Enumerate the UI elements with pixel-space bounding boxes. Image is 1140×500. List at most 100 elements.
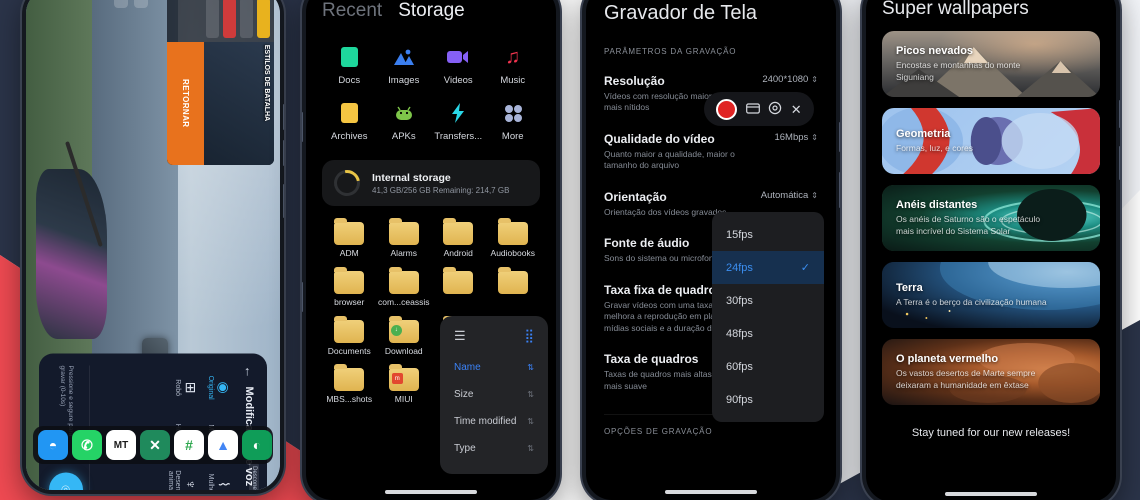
geometry-thumbnail	[882, 108, 1100, 174]
phone3-power-button[interactable]	[839, 172, 840, 208]
tab-recent[interactable]: Recent	[322, 0, 382, 22]
page-title: Gravador de Tela	[604, 2, 758, 24]
wallpaper-card-terra[interactable]: Terra A Terra é o berço da civilização h…	[882, 262, 1100, 328]
wallpaper-card-o-planeta-vermelho[interactable]: O planeta vermelho Os vastos desertos de…	[882, 339, 1100, 405]
category-docs[interactable]: Docs	[322, 44, 377, 86]
wallpaper-card-aneis-distantes[interactable]: Anéis distantes Os anéis de Saturno são …	[882, 185, 1100, 251]
file-manager-tabs: Recent Storage	[322, 0, 540, 22]
voice-connection-badge[interactable]: Desconectado	[249, 462, 259, 490]
phone2-volume-button[interactable]	[302, 112, 303, 142]
game-return-button[interactable]: RETORNAR	[167, 41, 204, 165]
voice-record-button[interactable]: ⌾	[49, 472, 83, 490]
game-chip[interactable]	[240, 0, 253, 38]
wallpaper-card-picos-nevados[interactable]: Picos nevados Encostas e montanhas do mo…	[882, 31, 1100, 97]
fps-option-30[interactable]: 30fps	[712, 284, 824, 317]
phone4-home-indicator[interactable]	[945, 492, 1037, 496]
game-chip[interactable]	[257, 0, 270, 38]
category-music[interactable]: ♫ Music	[486, 44, 541, 86]
folder-item[interactable]: m MIUI	[377, 364, 432, 405]
phone1-volume-up-button[interactable]	[283, 104, 284, 130]
record-button[interactable]	[716, 98, 738, 120]
fps-option-48[interactable]: 48fps	[712, 317, 824, 350]
folder-item[interactable]: com...ceassis	[377, 266, 432, 308]
category-apks[interactable]: APKs	[377, 100, 432, 142]
dock-browser-app[interactable]: ◓	[38, 430, 68, 460]
folder-item[interactable]: ↓ Download	[377, 315, 432, 357]
category-videos[interactable]: Videos	[431, 44, 486, 86]
fps-option-15[interactable]: 15fps	[712, 218, 824, 251]
folder-item[interactable]	[486, 266, 541, 308]
folder-item[interactable]	[431, 266, 486, 308]
category-more[interactable]: More	[486, 100, 541, 142]
folder-item[interactable]: Alarms	[377, 218, 432, 259]
sort-arrows-icon: ⇅	[527, 416, 534, 426]
folder-icon	[497, 218, 528, 245]
folder-item[interactable]: Android	[431, 218, 486, 259]
game-left-controls	[113, 0, 148, 8]
phone4-power-button[interactable]	[1119, 146, 1120, 180]
folder-label: ADM	[339, 248, 359, 258]
voice-option-desenho-animado[interactable]: ♆ Desenho animado	[167, 462, 201, 490]
game-control-icon[interactable]	[133, 0, 148, 8]
drive-icon: ▲	[216, 437, 230, 453]
voice-option-robo[interactable]: ⊞ Robô	[167, 366, 201, 410]
setting-title: Resolução	[604, 74, 665, 88]
category-archives[interactable]: Archives	[322, 100, 377, 142]
clock-icon: ◐	[252, 437, 262, 453]
earth-thumbnail	[882, 262, 1100, 328]
setting-value[interactable]: 2400*1080 ⇕	[762, 74, 818, 85]
category-images[interactable]: Images	[377, 44, 432, 86]
phone2-power-button[interactable]	[302, 282, 303, 312]
sort-row-name[interactable]: Name ⇅	[440, 354, 548, 381]
phone4-volume-button[interactable]	[1119, 100, 1120, 128]
phone1-volume-down-button[interactable]	[283, 140, 284, 166]
folder-icon[interactable]	[745, 102, 760, 116]
wallpaper-card-geometria[interactable]: Geometria Formas, luz, e cores	[882, 108, 1100, 174]
phone2-home-indicator[interactable]	[385, 490, 477, 494]
sort-row-type[interactable]: Type ⇅	[440, 435, 548, 462]
dock-whatsapp-app[interactable]: ✆	[72, 430, 102, 460]
storage-ring-icon	[328, 164, 366, 202]
download-badge-icon: ↓	[390, 324, 402, 336]
folder-item[interactable]: MBS...shots	[322, 364, 377, 405]
dock-clock-app[interactable]: ◐	[242, 430, 272, 460]
folder-label: Download	[384, 345, 423, 356]
category-transfers[interactable]: Transfers...	[431, 100, 486, 142]
dock-drive-app[interactable]: ▲	[208, 430, 238, 460]
phone3-volume-button[interactable]	[839, 122, 840, 152]
grid-view-icon[interactable]: ⣿	[524, 328, 534, 344]
sort-row-size[interactable]: Size ⇅	[440, 381, 548, 408]
phone1-power-button[interactable]	[283, 184, 284, 218]
dock-puzzle-app[interactable]: #	[174, 430, 204, 460]
folder-item[interactable]: Audiobooks	[486, 218, 541, 259]
voice-modifier-overlay: Desconectado ← Modificador de voz ◉ Orig…	[39, 353, 267, 490]
setting-value[interactable]: 16Mbps ⇕	[774, 132, 818, 143]
robot-voice-icon: ⊞	[183, 381, 199, 394]
voice-option-mulher[interactable]: ⌇ Mulher	[207, 462, 234, 490]
storage-text: Internal storage 41,3 GB/256 GB Remainin…	[372, 172, 509, 195]
tab-storage[interactable]: Storage	[398, 0, 465, 22]
folder-item[interactable]: ADM	[322, 218, 377, 259]
fps-option-24[interactable]: 24fps ✓	[712, 251, 824, 284]
list-view-icon[interactable]: ☰	[454, 328, 466, 344]
setting-qualidade-do-video[interactable]: Qualidade do vídeo Quanto maior a qualid…	[604, 132, 818, 172]
updown-arrows-icon: ⇕	[811, 190, 818, 200]
arrow-left-icon[interactable]: ←	[242, 366, 257, 379]
fps-option-90[interactable]: 90fps	[712, 383, 824, 416]
game-chip[interactable]	[223, 0, 236, 38]
game-control-icon[interactable]	[113, 0, 128, 8]
phone3-home-indicator[interactable]	[665, 490, 757, 494]
internal-storage-card[interactable]: Internal storage 41,3 GB/256 GB Remainin…	[322, 160, 540, 206]
setting-value[interactable]: Automática ⇕	[761, 190, 818, 201]
sort-menu: ☰ ⣿ Name ⇅ Size ⇅ Time modified ⇅ Type ⇅	[440, 316, 548, 474]
sort-row-time-modified[interactable]: Time modified ⇅	[440, 408, 548, 435]
fps-option-60[interactable]: 60fps	[712, 350, 824, 383]
game-chip[interactable]	[206, 0, 219, 38]
settings-icon[interactable]	[768, 101, 782, 117]
close-icon[interactable]: ✕	[791, 103, 802, 116]
voice-option-original[interactable]: ◉ Original	[207, 366, 234, 410]
dock-excel-app[interactable]: ✕	[140, 430, 170, 460]
folder-item[interactable]: browser	[322, 266, 377, 308]
dock-notes-app[interactable]: MT	[106, 430, 136, 460]
folder-item[interactable]: Documents	[322, 315, 377, 357]
